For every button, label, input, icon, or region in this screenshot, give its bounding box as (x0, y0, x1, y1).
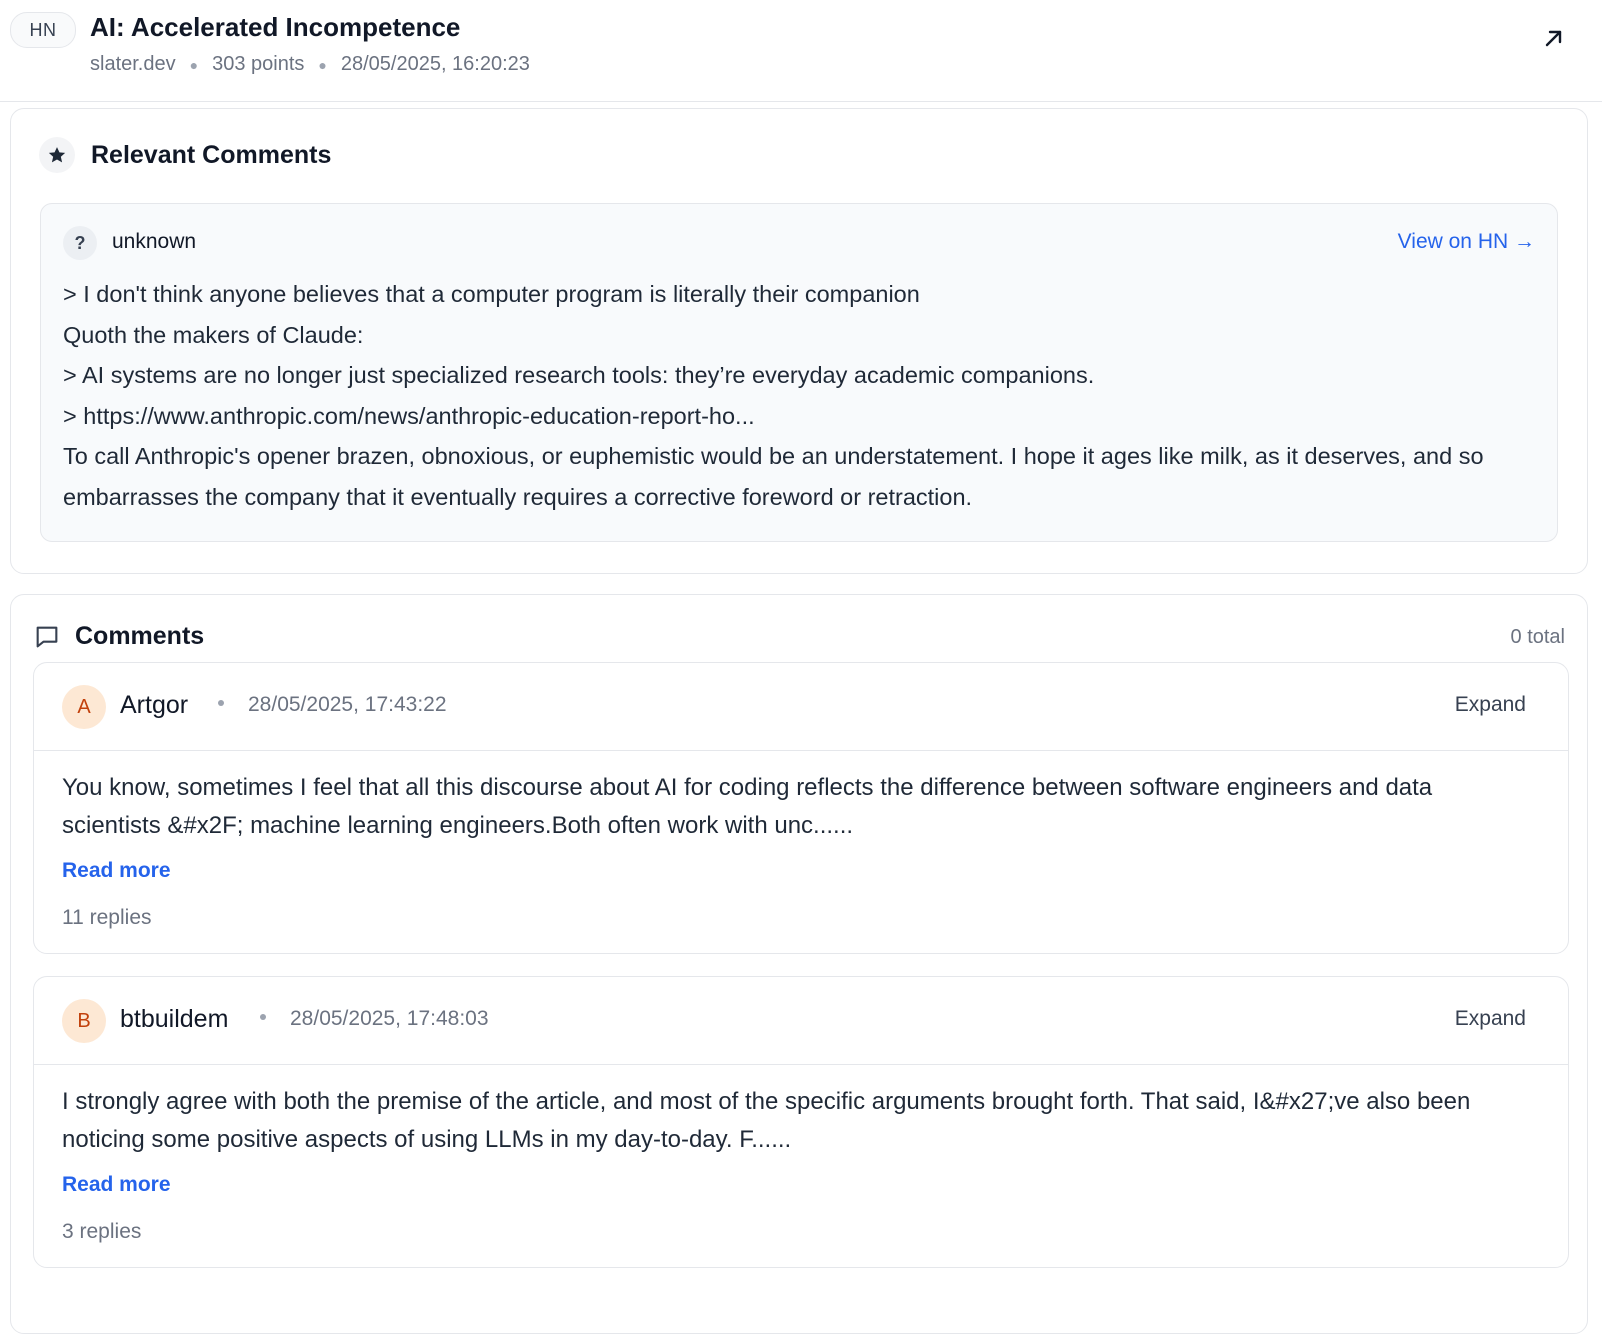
comment-line: > I don't think anyone believes that a c… (63, 281, 920, 307)
read-more-link[interactable]: Read more (62, 859, 171, 883)
comments-title: Comments (75, 622, 205, 650)
meta-separator: ● (318, 56, 327, 73)
relevant-comments-title: Relevant Comments (91, 141, 332, 169)
comment-line: To call Anthropic's opener brazen, obnox… (63, 443, 1484, 510)
message-square-icon (36, 626, 58, 648)
comment-author[interactable]: unknown (112, 230, 196, 254)
replies-count[interactable]: 3 replies (62, 1220, 141, 1244)
relevant-comment-text: > I don't think anyone believes that a c… (63, 274, 1523, 517)
comment-line: > AI systems are no longer just speciali… (63, 362, 1095, 388)
story-header: HN AI: Accelerated Incompetence slater.d… (0, 0, 1602, 102)
comments-panel: Comments 0 total A Artgor 28/05/2025, 17… (10, 594, 1588, 1334)
comment-card: B btbuildem 28/05/2025, 17:48:03 Expand … (33, 976, 1569, 1268)
comment-header: B btbuildem 28/05/2025, 17:48:03 Expand (34, 977, 1568, 1065)
story-meta: slater.dev ● 303 points ● 28/05/2025, 16… (90, 53, 530, 76)
expand-button[interactable]: Expand (1455, 693, 1526, 717)
separator-dot (260, 1014, 266, 1020)
relevant-comments-panel: Relevant Comments ? unknown View on HN →… (10, 108, 1588, 574)
avatar: A (62, 685, 106, 729)
comment-text: I strongly agree with both the premise o… (62, 1088, 1471, 1153)
separator-dot (218, 700, 224, 706)
relevant-comment: ? unknown View on HN → > I don't think a… (40, 203, 1558, 542)
avatar: B (62, 999, 106, 1043)
view-on-hn-link[interactable]: View on HN → (1398, 230, 1535, 254)
avatar: ? (63, 226, 97, 260)
comment-line: Quoth the makers of Claude: (63, 321, 364, 348)
comment-time: 28/05/2025, 17:43:22 (248, 693, 447, 716)
replies-count[interactable]: 11 replies (62, 906, 152, 930)
story-domain[interactable]: slater.dev (90, 53, 176, 76)
comment-card: A Artgor 28/05/2025, 17:43:22 Expand You… (33, 662, 1569, 954)
story-title[interactable]: AI: Accelerated Incompetence (90, 12, 460, 43)
story-points: 303 points (212, 53, 305, 75)
comment-line[interactable]: > https://www.anthropic.com/news/anthrop… (63, 396, 1523, 437)
star-icon (39, 137, 75, 173)
hn-badge: HN (10, 12, 76, 48)
read-more-link[interactable]: Read more (62, 1173, 171, 1197)
external-link-arrow-icon[interactable] (1542, 26, 1566, 50)
comment-author[interactable]: Artgor (120, 691, 188, 720)
comment-header: A Artgor 28/05/2025, 17:43:22 Expand (34, 663, 1568, 751)
comment-time: 28/05/2025, 17:48:03 (290, 1007, 489, 1030)
story-timestamp: 28/05/2025, 16:20:23 (340, 53, 530, 75)
expand-button[interactable]: Expand (1455, 1007, 1526, 1031)
comments-total: 0 total (1510, 626, 1565, 648)
comment-author[interactable]: btbuildem (120, 1005, 228, 1034)
meta-separator: ● (189, 56, 199, 73)
comment-text: You know, sometimes I feel that all this… (62, 774, 1433, 839)
